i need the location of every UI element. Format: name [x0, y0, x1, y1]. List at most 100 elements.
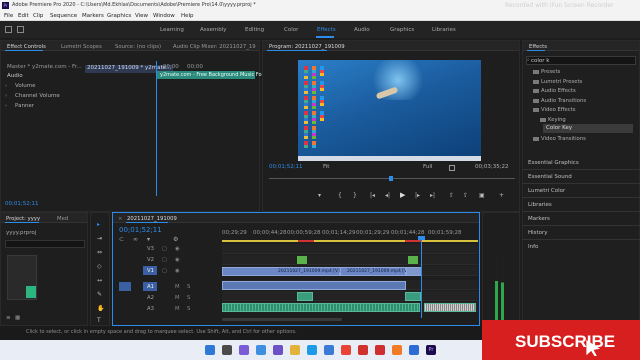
selection-tool-icon[interactable]: ▸	[97, 222, 100, 228]
fit-dropdown[interactable]: Fit	[323, 164, 329, 171]
timeline-scrollbar[interactable]	[222, 318, 342, 321]
teams-icon[interactable]	[273, 345, 283, 355]
toggle-output-icon[interactable]: ◉	[175, 268, 180, 274]
add-marker-tl-icon[interactable]: ▾	[147, 237, 150, 243]
search-icon[interactable]	[222, 345, 232, 355]
ws-tab-audio[interactable]: Audio	[354, 27, 370, 33]
track-v2-label[interactable]: V2	[147, 257, 154, 263]
tab-project[interactable]: Project: yyyy	[6, 216, 40, 222]
edge-icon[interactable]	[307, 345, 317, 355]
tab-effects[interactable]: Effects	[529, 44, 547, 50]
app-icon[interactable]	[409, 345, 419, 355]
task-view-icon[interactable]	[239, 345, 249, 355]
param-panner[interactable]: Panner	[15, 103, 34, 110]
param-channel-volume[interactable]: Channel Volume	[15, 93, 60, 100]
icon-view-icon[interactable]: ▦	[15, 315, 20, 322]
opera-icon[interactable]	[375, 345, 385, 355]
solo-icon[interactable]: S	[187, 295, 190, 301]
panel-markers[interactable]: Markers	[528, 216, 550, 223]
timeline-playhead-handle[interactable]	[418, 236, 425, 240]
mark-in-icon[interactable]: {	[338, 193, 342, 199]
panel-history[interactable]: History	[528, 230, 548, 237]
tab-audio-clip-mixer[interactable]: Audio Clip Mixer: 20211027_19	[173, 44, 256, 50]
menu-markers[interactable]: Markers	[82, 13, 104, 20]
panel-libraries[interactable]: Libraries	[528, 202, 552, 209]
snap-icon[interactable]: ⊂	[119, 237, 124, 243]
toggle-output-icon[interactable]: ◉	[175, 246, 180, 252]
lock-icon[interactable]: ▢	[162, 246, 167, 252]
go-to-in-icon[interactable]: |◂	[370, 193, 375, 199]
import-icon[interactable]	[17, 26, 24, 33]
panel-lumetri-color[interactable]: Lumetri Color	[528, 188, 565, 195]
firefox-icon[interactable]	[392, 345, 402, 355]
list-view-icon[interactable]: ≡	[6, 315, 11, 322]
fx-video-effects[interactable]: Video Effects	[533, 107, 576, 113]
go-to-out-icon[interactable]: ▸|	[430, 193, 435, 199]
ec-playhead[interactable]	[156, 61, 157, 196]
program-video-frame[interactable]	[298, 60, 481, 161]
tab-sequence[interactable]: 20211027_191009	[127, 216, 177, 222]
close-tab-icon[interactable]: ×	[118, 216, 122, 222]
linked-selection-icon[interactable]: ∞	[133, 237, 138, 243]
ws-tab-effects[interactable]: Effects	[317, 27, 336, 33]
widgets-icon[interactable]	[256, 345, 266, 355]
menu-clip[interactable]: Clip	[33, 13, 43, 20]
ws-tab-color[interactable]: Color	[284, 27, 298, 33]
settings-icon[interactable]	[449, 165, 455, 171]
panel-info[interactable]: Info	[528, 244, 538, 251]
quality-dropdown[interactable]: Full	[423, 164, 432, 171]
toggle-output-icon[interactable]: ◉	[175, 257, 180, 263]
project-search-input[interactable]	[5, 240, 85, 248]
home-icon[interactable]	[5, 26, 12, 33]
panel-essential-sound[interactable]: Essential Sound	[528, 174, 572, 181]
chrome-icon[interactable]	[341, 345, 351, 355]
track-v1-label[interactable]: V1	[147, 268, 154, 274]
menu-sequence[interactable]: Sequence	[50, 13, 77, 20]
a1-clip[interactable]	[222, 281, 406, 290]
track-v3[interactable]	[222, 244, 478, 254]
timeline-timecode[interactable]: 00;01;52;11	[119, 226, 162, 234]
ws-tab-assembly[interactable]: Assembly	[200, 27, 227, 33]
file-explorer-icon[interactable]	[290, 345, 300, 355]
v1-clip-2[interactable]: 20211027_191009.mp4 [V]	[340, 267, 409, 276]
track-a2[interactable]	[222, 291, 478, 301]
tab-lumetri-scopes[interactable]: Lumetri Scopes	[61, 44, 102, 50]
track-v3-label[interactable]: V3	[147, 246, 154, 252]
razor-tool-icon[interactable]: ◇	[97, 264, 102, 270]
step-forward-icon[interactable]: |▸	[415, 193, 420, 199]
fx-audio-transitions[interactable]: Audio Transitions	[533, 98, 586, 104]
track-a3-label[interactable]: A3	[147, 306, 154, 312]
tab-source[interactable]: Source: (no clips)	[115, 44, 161, 50]
mark-out-icon[interactable]: }	[353, 193, 357, 199]
v2-clip-green-2[interactable]	[408, 256, 418, 264]
effects-search-input[interactable]: color k	[526, 56, 636, 65]
timeline-playhead[interactable]	[421, 238, 422, 318]
slip-tool-icon[interactable]: ↔	[97, 278, 102, 284]
lock-icon[interactable]: ▢	[162, 257, 167, 263]
extract-icon[interactable]: ⇪	[463, 193, 468, 199]
fx-keying[interactable]: Keying	[540, 117, 566, 123]
fx-presets[interactable]: Presets	[533, 69, 560, 75]
mute-icon[interactable]: M	[175, 284, 180, 290]
ec-clip-bar[interactable]: y2mate.com - Free Background Music Fo	[157, 71, 262, 79]
a3-clip-2[interactable]	[424, 303, 476, 312]
ec-timecode[interactable]: 00;01;52;11	[5, 201, 39, 208]
ws-tab-libraries[interactable]: Libraries	[432, 27, 456, 33]
menu-file[interactable]: File	[4, 13, 13, 20]
recorder-icon[interactable]	[358, 345, 368, 355]
tab-effect-controls[interactable]: Effect Controls	[7, 44, 46, 50]
mute-icon[interactable]: M	[175, 295, 180, 301]
program-playhead[interactable]	[389, 176, 393, 181]
source-a1-patch[interactable]	[119, 282, 131, 291]
program-timecode[interactable]: 00;01;52;11	[269, 164, 303, 171]
master-clip-label[interactable]: Master * y2mate.com - Fr...	[7, 64, 82, 71]
ripple-edit-tool-icon[interactable]: ⇔	[97, 250, 102, 256]
hand-tool-icon[interactable]: ✋	[97, 306, 104, 312]
track-a1-label[interactable]: A1	[147, 284, 154, 290]
project-item-thumbnail[interactable]	[7, 255, 37, 300]
ws-tab-graphics[interactable]: Graphics	[390, 27, 414, 33]
v1-clip-1[interactable]: 20211027_191009.mp4 [V]	[222, 267, 340, 276]
ws-tab-editing[interactable]: Editing	[245, 27, 264, 33]
lift-icon[interactable]: ⇧	[449, 193, 454, 199]
fx-audio-effects[interactable]: Audio Effects	[533, 88, 576, 94]
